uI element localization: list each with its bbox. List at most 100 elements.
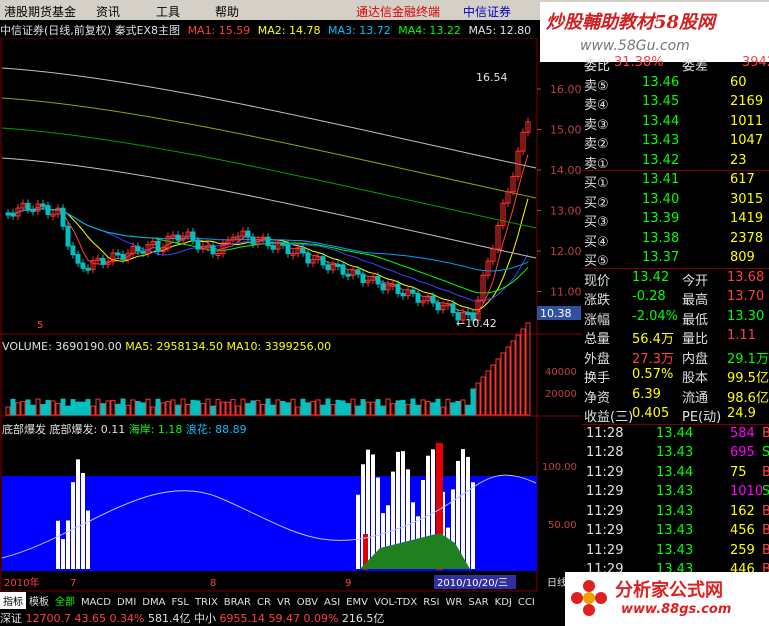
marker-label: 5 — [37, 320, 43, 331]
tick-row: 11:28 13.43 695 S — [582, 444, 769, 463]
current-price-label: 10.38 — [540, 307, 572, 320]
indicator-bar — [356, 494, 360, 569]
indicator-haian: 海岸: 1.18 — [128, 423, 183, 436]
volume-bar — [155, 398, 161, 416]
buy-label: 买① — [584, 176, 609, 191]
volume-bar — [170, 399, 176, 416]
tick-volume: 456 — [730, 523, 755, 538]
tab-fsl[interactable]: FSL — [168, 596, 192, 609]
volume-bar — [420, 399, 426, 416]
tick-price: 13.43 — [656, 484, 694, 499]
volume-bar — [325, 398, 331, 416]
ind-tick-50: 50.00 — [548, 520, 577, 531]
stat-label2: 股本 — [682, 371, 709, 386]
ratio-value2: 3942 — [742, 55, 769, 70]
candle-body — [335, 263, 341, 267]
kline-chart-area[interactable]: 16.00 15.00 14.00 13.00 12.00 11.00 16.54 ←10… — [0, 38, 582, 593]
volume-bar — [145, 398, 151, 416]
candle-body — [410, 289, 416, 294]
indicator-bar — [71, 482, 75, 569]
tick-time: 11:29 — [586, 542, 624, 558]
volume-bar — [105, 400, 111, 416]
stat-value2: 29.1万 — [727, 351, 769, 367]
tab-rsi[interactable]: RSI — [420, 596, 442, 609]
tick-direction: S — [762, 484, 769, 499]
stat-label: 净资 — [584, 390, 611, 406]
ma-lines — [1, 67, 537, 317]
sell-price: 13.46 — [642, 74, 680, 90]
tab-cr[interactable]: CR — [254, 596, 274, 609]
tick-price: 13.43 — [656, 503, 694, 519]
tab-dma[interactable]: DMA — [139, 596, 168, 609]
stat-label2: 今开 — [682, 273, 709, 289]
tab-cci[interactable]: CCI — [515, 596, 538, 609]
tab-emv[interactable]: EMV — [343, 596, 371, 609]
volume-bar — [330, 403, 336, 416]
volume-bar — [70, 399, 76, 416]
tab-brar[interactable]: BRAR — [221, 596, 254, 609]
menu-item-news[interactable]: 资讯 — [96, 3, 120, 20]
stat-value2: 1.11 — [727, 328, 756, 343]
volume-bar — [240, 398, 246, 416]
volume-bar — [465, 404, 471, 416]
volume-bar — [390, 403, 396, 416]
indicator-bar — [66, 520, 70, 569]
price-tick: 13.00 — [550, 205, 582, 218]
stat-value: 13.42 — [632, 269, 670, 285]
menu-item-help[interactable]: 帮助 — [215, 3, 239, 20]
tab-obv[interactable]: OBV — [294, 596, 321, 609]
candle-body — [450, 303, 456, 314]
volume-bar — [175, 404, 181, 416]
tick-price: 13.43 — [656, 542, 694, 558]
stat-value: 0.57% — [632, 367, 674, 382]
tab-trix[interactable]: TRIX — [192, 596, 221, 609]
buy-price: 13.39 — [642, 211, 680, 226]
menu-broker[interactable]: 中信证券 — [463, 3, 511, 20]
volume-bar — [510, 340, 516, 416]
tab-vr[interactable]: VR — [274, 596, 294, 609]
tab-template[interactable]: 模板 — [26, 592, 52, 609]
tick-time: 11:29 — [586, 484, 624, 499]
stat-row: 涨跌 -0.28 最高 13.70 — [582, 288, 769, 308]
menu-item-tools[interactable]: 工具 — [156, 3, 180, 20]
status-sz-change: 43.65 — [74, 612, 107, 625]
tab-asi[interactable]: ASI — [321, 596, 343, 609]
volume-bar — [160, 402, 166, 416]
candle-body — [400, 292, 406, 297]
tab-wr[interactable]: WR — [442, 596, 465, 609]
ratio-value: 31.38% — [614, 55, 664, 70]
tab-sar[interactable]: SAR — [465, 596, 491, 609]
sell-price: 13.44 — [642, 113, 680, 129]
volume-bar — [430, 402, 436, 416]
volume-bar — [190, 399, 196, 416]
tick-direction: B — [762, 425, 769, 441]
tab-dmi[interactable]: DMI — [114, 596, 139, 609]
candle-body — [115, 252, 121, 256]
sell-row: 卖① 13.42 23 — [582, 152, 769, 172]
volume-bar — [340, 400, 346, 416]
tick-time: 11:28 — [586, 445, 624, 460]
tab-kdj[interactable]: KDJ — [492, 596, 515, 609]
tab-vol-tdx[interactable]: VOL-TDX — [371, 596, 420, 609]
stat-value2: 99.5亿 — [727, 371, 769, 386]
volume-bar — [40, 403, 46, 416]
indicator-bar — [56, 520, 60, 569]
tick-direction: B — [762, 523, 769, 538]
tab-indicator[interactable]: 指标 — [0, 592, 26, 609]
menu-item-hk-futures[interactable]: 港股期货基金 — [4, 3, 76, 20]
volume-bar — [115, 403, 121, 416]
buy-volume: 617 — [730, 172, 755, 187]
tab-all[interactable]: 全部 — [52, 592, 78, 609]
candle-body — [285, 244, 291, 255]
candle-body — [430, 295, 436, 304]
status-sz-value: 12700.7 — [25, 612, 72, 625]
sell-label: 卖④ — [584, 98, 609, 113]
tick-time: 11:29 — [586, 523, 624, 538]
stat-value2: 13.30 — [727, 308, 765, 324]
volume-bar — [265, 398, 271, 416]
indicator-value: 底部爆发: 0.11 — [49, 423, 126, 436]
candle-body — [25, 202, 31, 211]
stat-value: 0.405 — [632, 406, 670, 421]
volume-ma5: MA5: 2958134.50 — [125, 340, 223, 353]
tab-macd[interactable]: MACD — [78, 596, 114, 609]
